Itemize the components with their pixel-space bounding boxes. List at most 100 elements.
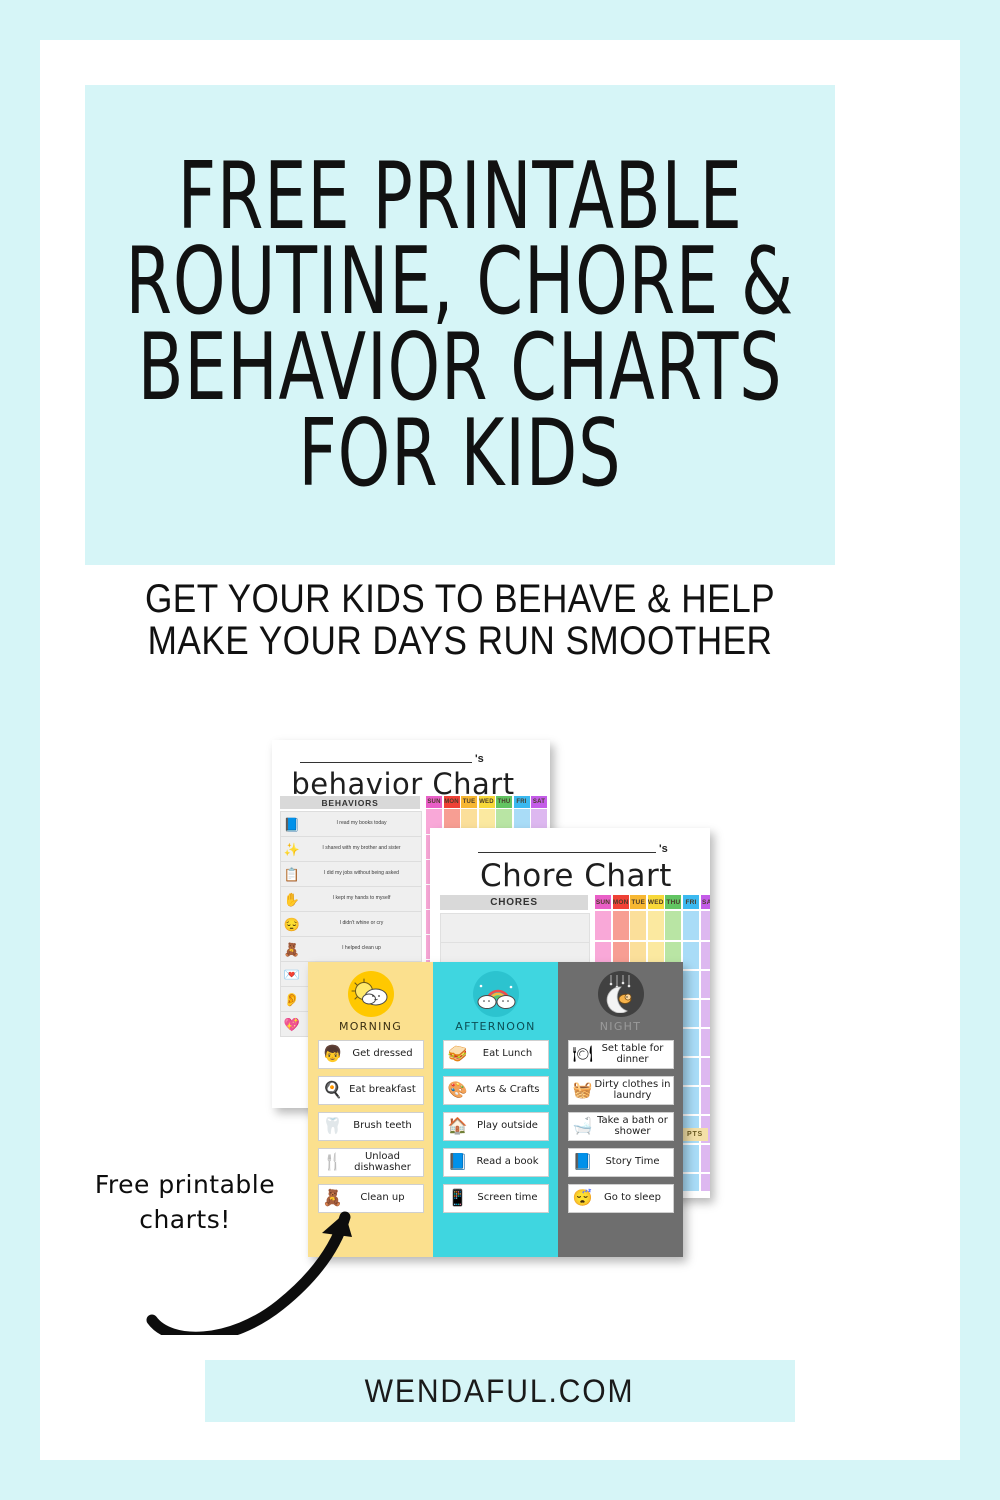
routine-column-afternoon[interactable]: AFTERNOON 🥪 Eat Lunch 🎨 Arts & Crafts 🏠 Play … <box>433 962 558 1257</box>
routine-item[interactable]: 📘 Story Time <box>567 1148 674 1177</box>
chore-cell-divider <box>612 940 629 942</box>
sandwich-icon: 🥪 <box>447 1045 468 1063</box>
routine-item[interactable]: 🦷 Brush teeth <box>317 1112 424 1141</box>
behavior-row-label: I did my jobs without being asked <box>323 870 400 877</box>
behavior-row[interactable]: ✨ I shared with my brother and sister <box>280 836 422 862</box>
routine-title-night: NIGHT <box>599 1020 642 1033</box>
site-url: WENDAFUL.COM <box>365 1372 635 1409</box>
chore-cell-divider <box>683 1143 699 1145</box>
routine-item-label: Eat breakfast <box>349 1084 416 1096</box>
chore-day-header-thu: THU <box>665 895 682 909</box>
routine-item[interactable]: 🥪 Eat Lunch <box>442 1040 549 1069</box>
chore-day-column-sat[interactable] <box>700 911 710 1191</box>
routine-item[interactable]: 🎨 Arts & Crafts <box>442 1076 549 1105</box>
routine-item-label: Screen time <box>477 1192 538 1204</box>
routine-item[interactable]: 👦 Get dressed <box>317 1040 424 1069</box>
routine-item[interactable]: 😴 Go to sleep <box>567 1184 674 1213</box>
chore-day-column-fri[interactable] <box>683 911 699 1191</box>
child-dressing-icon: 👦 <box>322 1045 343 1063</box>
routine-item[interactable]: 🍳 Eat breakfast <box>317 1076 424 1105</box>
chore-cell-divider <box>683 1085 699 1087</box>
behavior-row-label: I shared with my brother and sister <box>322 845 401 852</box>
chore-name-suffix: 's <box>659 843 668 855</box>
sharing-icon: ✨ <box>283 841 301 857</box>
rainbow-cloud-icon <box>472 971 519 1017</box>
chore-cell-divider <box>683 998 699 1000</box>
chore-points-label: PTS <box>682 1128 708 1141</box>
behavior-row[interactable]: 🧸 I helped clean up <box>280 936 422 962</box>
behavior-day-header-mon: MON <box>443 796 460 808</box>
routine-item[interactable]: 📱 Screen time <box>442 1184 549 1213</box>
behavior-row[interactable]: 📋 I did my jobs without being asked <box>280 861 422 887</box>
chore-day-header-mon: MON <box>612 895 629 909</box>
toothbrush-icon: 🦷 <box>322 1117 343 1135</box>
routine-title-morning: MORNING <box>338 1020 403 1033</box>
chore-cell-divider <box>683 940 699 942</box>
moon-stars-icon <box>597 971 644 1017</box>
chore-cell-divider <box>683 969 699 971</box>
chore-cell-divider <box>683 1027 699 1029</box>
chore-cell-divider <box>700 1114 710 1116</box>
behavior-row[interactable]: ✋ I kept my hands to myself <box>280 886 422 912</box>
behavior-day-header-sat: SAT <box>531 796 547 808</box>
bathtub-icon: 🛁 <box>572 1117 593 1135</box>
laundry-basket-icon: 🧺 <box>572 1081 593 1099</box>
routine-item-label: Go to sleep <box>604 1192 661 1204</box>
chore-cell-divider <box>700 969 710 971</box>
routine-item[interactable]: 🍽 Set table for dinner <box>567 1040 674 1069</box>
sleepy-face-icon: 😴 <box>572 1189 593 1207</box>
behavior-row-label: I helped clean up <box>342 945 381 952</box>
routine-item-label: Arts & Crafts <box>475 1084 540 1096</box>
chore-cell-divider <box>700 1027 710 1029</box>
cutlery-plate-icon: 🍽 <box>572 1045 593 1063</box>
chore-blank-row[interactable] <box>440 913 590 943</box>
routine-item-label: Get dressed <box>352 1048 413 1060</box>
behavior-row[interactable]: 😔 I didn't whine or cry <box>280 911 422 937</box>
routine-item-label: Set table for dinner <box>601 1043 664 1065</box>
chore-day-header-tue: TUE <box>630 895 647 909</box>
chore-cell-divider <box>683 1172 699 1174</box>
routine-item[interactable]: 🛁 Take a bath or shower <box>567 1112 674 1141</box>
book-icon: 📘 <box>447 1153 468 1171</box>
heart-icon: 💖 <box>283 1016 301 1032</box>
chore-day-header-wed: WED <box>647 895 664 909</box>
routine-item-label: Unload dishwasher <box>354 1151 411 1173</box>
behavior-name-suffix: 's <box>475 753 484 765</box>
book-icon: 📘 <box>283 816 301 832</box>
routine-item-label: Play outside <box>477 1120 538 1132</box>
behavior-day-header-sun: SUN <box>426 796 442 808</box>
chore-day-header-sun: SUN <box>595 895 611 909</box>
routine-chart-preview[interactable]: MORNING 👦 Get dressed 🍳 Eat breakfast 🦷 Brush… <box>308 962 683 1257</box>
routine-item[interactable]: 📘 Read a book <box>442 1148 549 1177</box>
chore-cell-divider <box>647 940 664 942</box>
behavior-column-header: BEHAVIORS <box>280 796 420 809</box>
chore-chart-title: Chore Chart <box>480 858 672 894</box>
chore-cell-divider <box>700 1172 710 1174</box>
curved-arrow-icon <box>146 1211 352 1335</box>
chore-day-header-fri: FRI <box>683 895 699 909</box>
paint-palette-icon: 🎨 <box>447 1081 468 1099</box>
routine-column-night[interactable]: NIGHT 🍽 Set table for dinner 🧺 Dirty clothe… <box>558 962 683 1257</box>
routine-item[interactable]: 🏠 Play outside <box>442 1112 549 1141</box>
behavior-row[interactable]: 📘 I read my books today <box>280 811 422 837</box>
chore-cell-divider <box>665 940 682 942</box>
chore-name-blank <box>478 852 656 853</box>
behavior-day-header-tue: TUE <box>461 796 477 808</box>
footer-band: WENDAFUL.COM <box>205 1360 795 1422</box>
behavior-day-header-wed: WED <box>478 796 495 808</box>
chore-cell-divider <box>700 1085 710 1087</box>
chore-cell-divider <box>700 1056 710 1058</box>
playground-icon: 🏠 <box>447 1117 468 1135</box>
sad-face-icon: 😔 <box>283 916 301 932</box>
chore-cell-divider <box>595 940 611 942</box>
sun-cloud-icon <box>347 971 394 1017</box>
chore-cell-divider <box>683 1056 699 1058</box>
bacon-eggs-icon: 🍳 <box>322 1081 343 1099</box>
ears-icon: 👂 <box>283 991 301 1007</box>
chore-cell-divider <box>630 940 647 942</box>
chore-cell-divider <box>683 1114 699 1116</box>
routine-items-night: 🍽 Set table for dinner 🧺 Dirty clothes in l… <box>567 1033 674 1213</box>
routine-item[interactable]: 🍴 Unload dishwasher <box>317 1148 424 1177</box>
routine-item[interactable]: 🧺 Dirty clothes in laundry <box>567 1076 674 1105</box>
routine-item-label: Take a bath or shower <box>597 1115 668 1137</box>
